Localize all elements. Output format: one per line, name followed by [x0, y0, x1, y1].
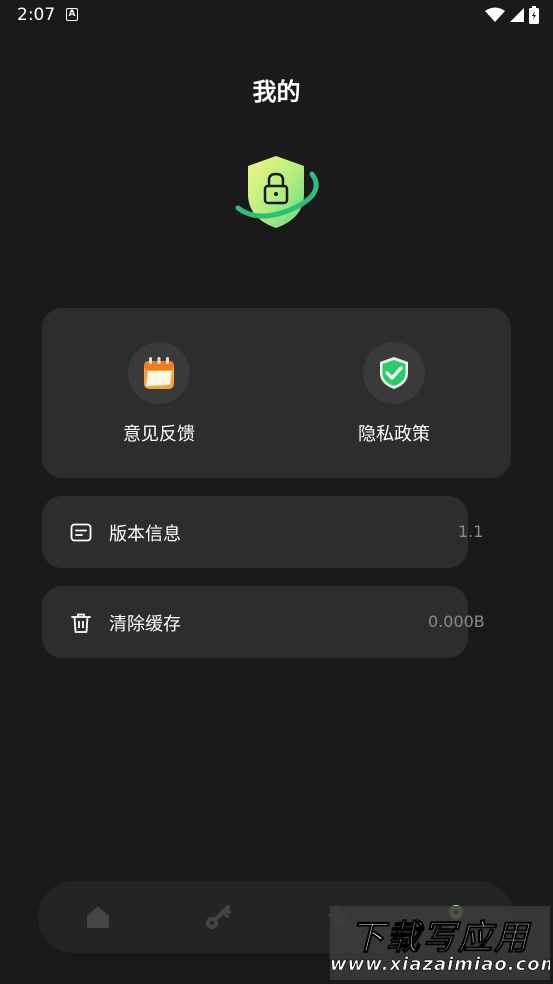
watermark-main-text: 下载写应用 [350, 918, 530, 959]
status-time: 2:07 [17, 5, 56, 25]
shield-lock-logo-icon [235, 156, 319, 228]
shield-check-icon [380, 357, 408, 389]
notification-a-icon: A [66, 8, 78, 21]
key-icon[interactable] [204, 903, 232, 931]
battery-icon [529, 6, 539, 24]
watermark-url-text: www.xiazaimiao.com [330, 954, 550, 976]
version-info-row[interactable]: 版本信息 1.1 [42, 496, 483, 568]
page-title: 我的 [252, 78, 301, 106]
version-info-label: 版本信息 [109, 524, 181, 545]
status-bar: 2:07 A [0, 0, 553, 32]
privacy-policy-label: 隐私政策 [358, 424, 430, 445]
trash-icon [71, 613, 91, 633]
privacy-policy-button[interactable]: 隐私政策 [334, 342, 454, 446]
feedback-label: 意见反馈 [123, 424, 195, 445]
quick-actions-card: 意见反馈 隐私政策 [42, 308, 511, 478]
feedback-button[interactable]: 意见反馈 [99, 342, 219, 446]
wifi-icon [485, 7, 505, 22]
watermark-logo: 下载写应用 www.xiazaimiao.com [330, 906, 550, 980]
home-icon[interactable] [84, 903, 112, 931]
clear-cache-label: 清除缓存 [109, 614, 181, 635]
signal-icon [510, 8, 524, 22]
status-icons [485, 6, 539, 24]
message-box-icon [70, 523, 92, 542]
feedback-icon-circle [128, 342, 190, 404]
calendar-notepad-icon [144, 357, 174, 389]
version-value: 1.1 [458, 522, 484, 541]
privacy-icon-circle [363, 342, 425, 404]
clear-cache-row[interactable]: 清除缓存 0.000B [42, 586, 485, 658]
cache-size-value: 0.000B [428, 612, 485, 631]
